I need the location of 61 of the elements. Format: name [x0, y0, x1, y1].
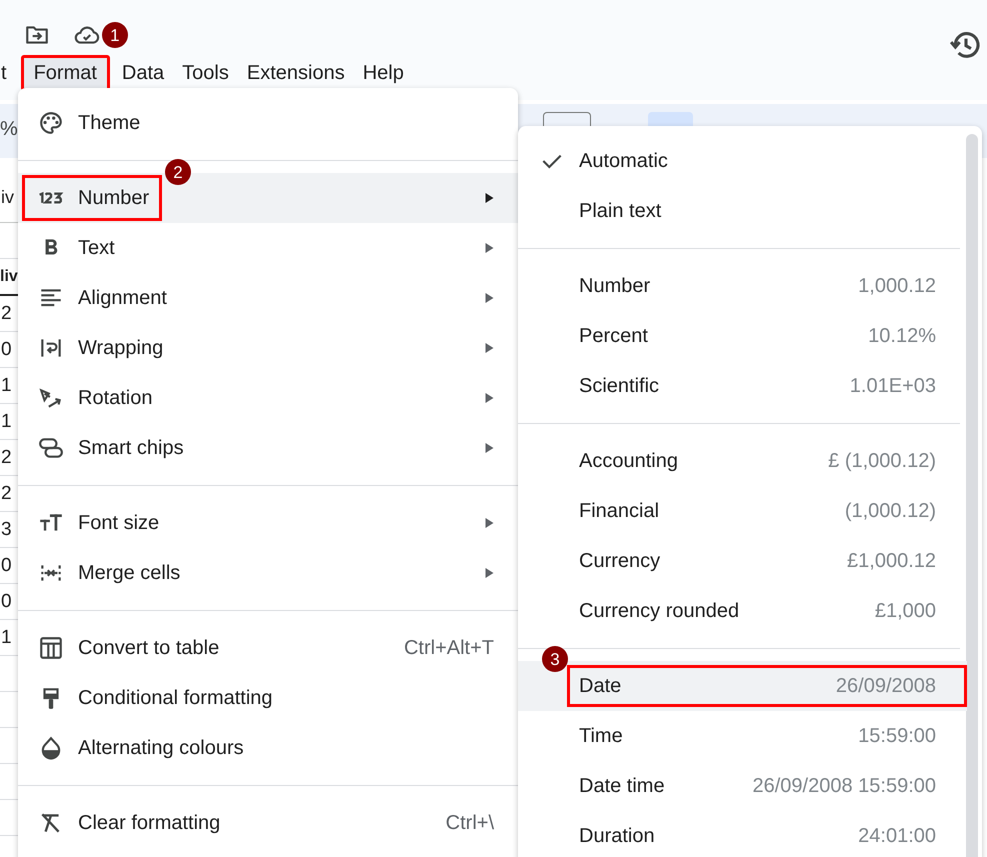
menu-item[interactable]: Merge cells: [18, 548, 518, 598]
menu-item[interactable]: Currency £1,000.12: [518, 536, 967, 586]
table-cell: 3: [1, 518, 12, 540]
table-icon: [38, 635, 64, 661]
table-cell: 2: [1, 446, 12, 468]
menu-bar-item[interactable]: Tools: [176, 55, 235, 91]
menu-item[interactable]: Text: [18, 223, 518, 273]
step-badge: 1: [102, 22, 128, 48]
table-cell: 0: [1, 338, 12, 360]
menu-item[interactable]: Theme: [18, 98, 518, 148]
menu-bar-item[interactable]: t: [0, 55, 9, 91]
menu-item[interactable]: Alternating colours: [18, 723, 518, 773]
menu-item[interactable]: Smart chips: [18, 423, 518, 473]
menu-bar-item[interactable]: Help: [356, 55, 410, 91]
format-example-text: 1,000.12: [858, 274, 936, 298]
menu-item[interactable]: Date time 26/09/2008 15:59:00: [518, 761, 967, 811]
menu-item[interactable]: Automatic: [518, 136, 967, 186]
menu-item[interactable]: Duration 24:01:00: [518, 811, 967, 857]
menu-bar-item[interactable]: Data: [116, 55, 170, 91]
table-cell: 0: [1, 590, 12, 612]
menu-item[interactable]: Accounting £ (1,000.12): [518, 436, 967, 486]
menu-item[interactable]: Percent 10.12%: [518, 311, 967, 361]
menu-item[interactable]: Rotation: [18, 373, 518, 423]
format-example-text: £1,000: [874, 600, 936, 622]
menu-item[interactable]: Number 1,000.12: [518, 261, 967, 311]
table-cell: 1: [1, 626, 12, 648]
menu-item[interactable]: Time 15:59:00: [518, 711, 967, 761]
menu-item[interactable]: Convert to table Ctrl+Alt+T: [18, 623, 518, 673]
format-example-text: 24:01:00: [858, 824, 936, 848]
table-cell: 2: [1, 482, 12, 504]
format-example-text: 26/09/2008 15:59:00: [752, 774, 936, 798]
menu-bar-item[interactable]: Format: [20, 55, 110, 91]
scrollbar[interactable]: [966, 134, 978, 857]
format-example-text: £1,000.12: [847, 550, 936, 572]
table-cell: 2: [1, 302, 12, 324]
table-cell: 1: [1, 410, 12, 432]
step-badge: 3: [542, 646, 568, 672]
menu-item[interactable]: Plain text: [518, 186, 967, 236]
menu-item[interactable]: Alignment: [18, 273, 518, 323]
format-example-text: £ (1,000.12): [828, 450, 936, 472]
format-example-text: (1,000.12): [844, 500, 936, 522]
menu-bar-item[interactable]: Extensions: [240, 55, 351, 91]
column-header-text: liv: [0, 268, 18, 286]
shortcut-text: Ctrl+\: [446, 812, 494, 834]
table-cell: 0: [1, 554, 12, 576]
shortcut-text: Ctrl+Alt+T: [404, 636, 494, 660]
table-cell: 1: [1, 374, 12, 396]
menu-item[interactable]: Font size: [18, 498, 518, 548]
menu-item[interactable]: Conditional formatting: [18, 673, 518, 723]
menu-item[interactable]: Wrapping: [18, 323, 518, 373]
format-example-text: 10.12%: [868, 324, 936, 348]
name-box-text: iv: [1, 186, 14, 208]
format-example-text: 1.01E+03: [850, 374, 936, 398]
menu-item[interactable]: Scientific 1.01E+03: [518, 361, 967, 411]
menu-item[interactable]: Currency rounded £1,000: [518, 586, 967, 636]
menu-item[interactable]: Clear formatting Ctrl+\: [18, 798, 518, 848]
palette-icon: [38, 110, 64, 136]
format-example-text: 15:59:00: [858, 724, 936, 748]
format-example-text: 26/09/2008: [836, 674, 936, 698]
toolbar-text: %: [0, 118, 18, 140]
menu-item[interactable]: Financial (1,000.12): [518, 486, 967, 536]
